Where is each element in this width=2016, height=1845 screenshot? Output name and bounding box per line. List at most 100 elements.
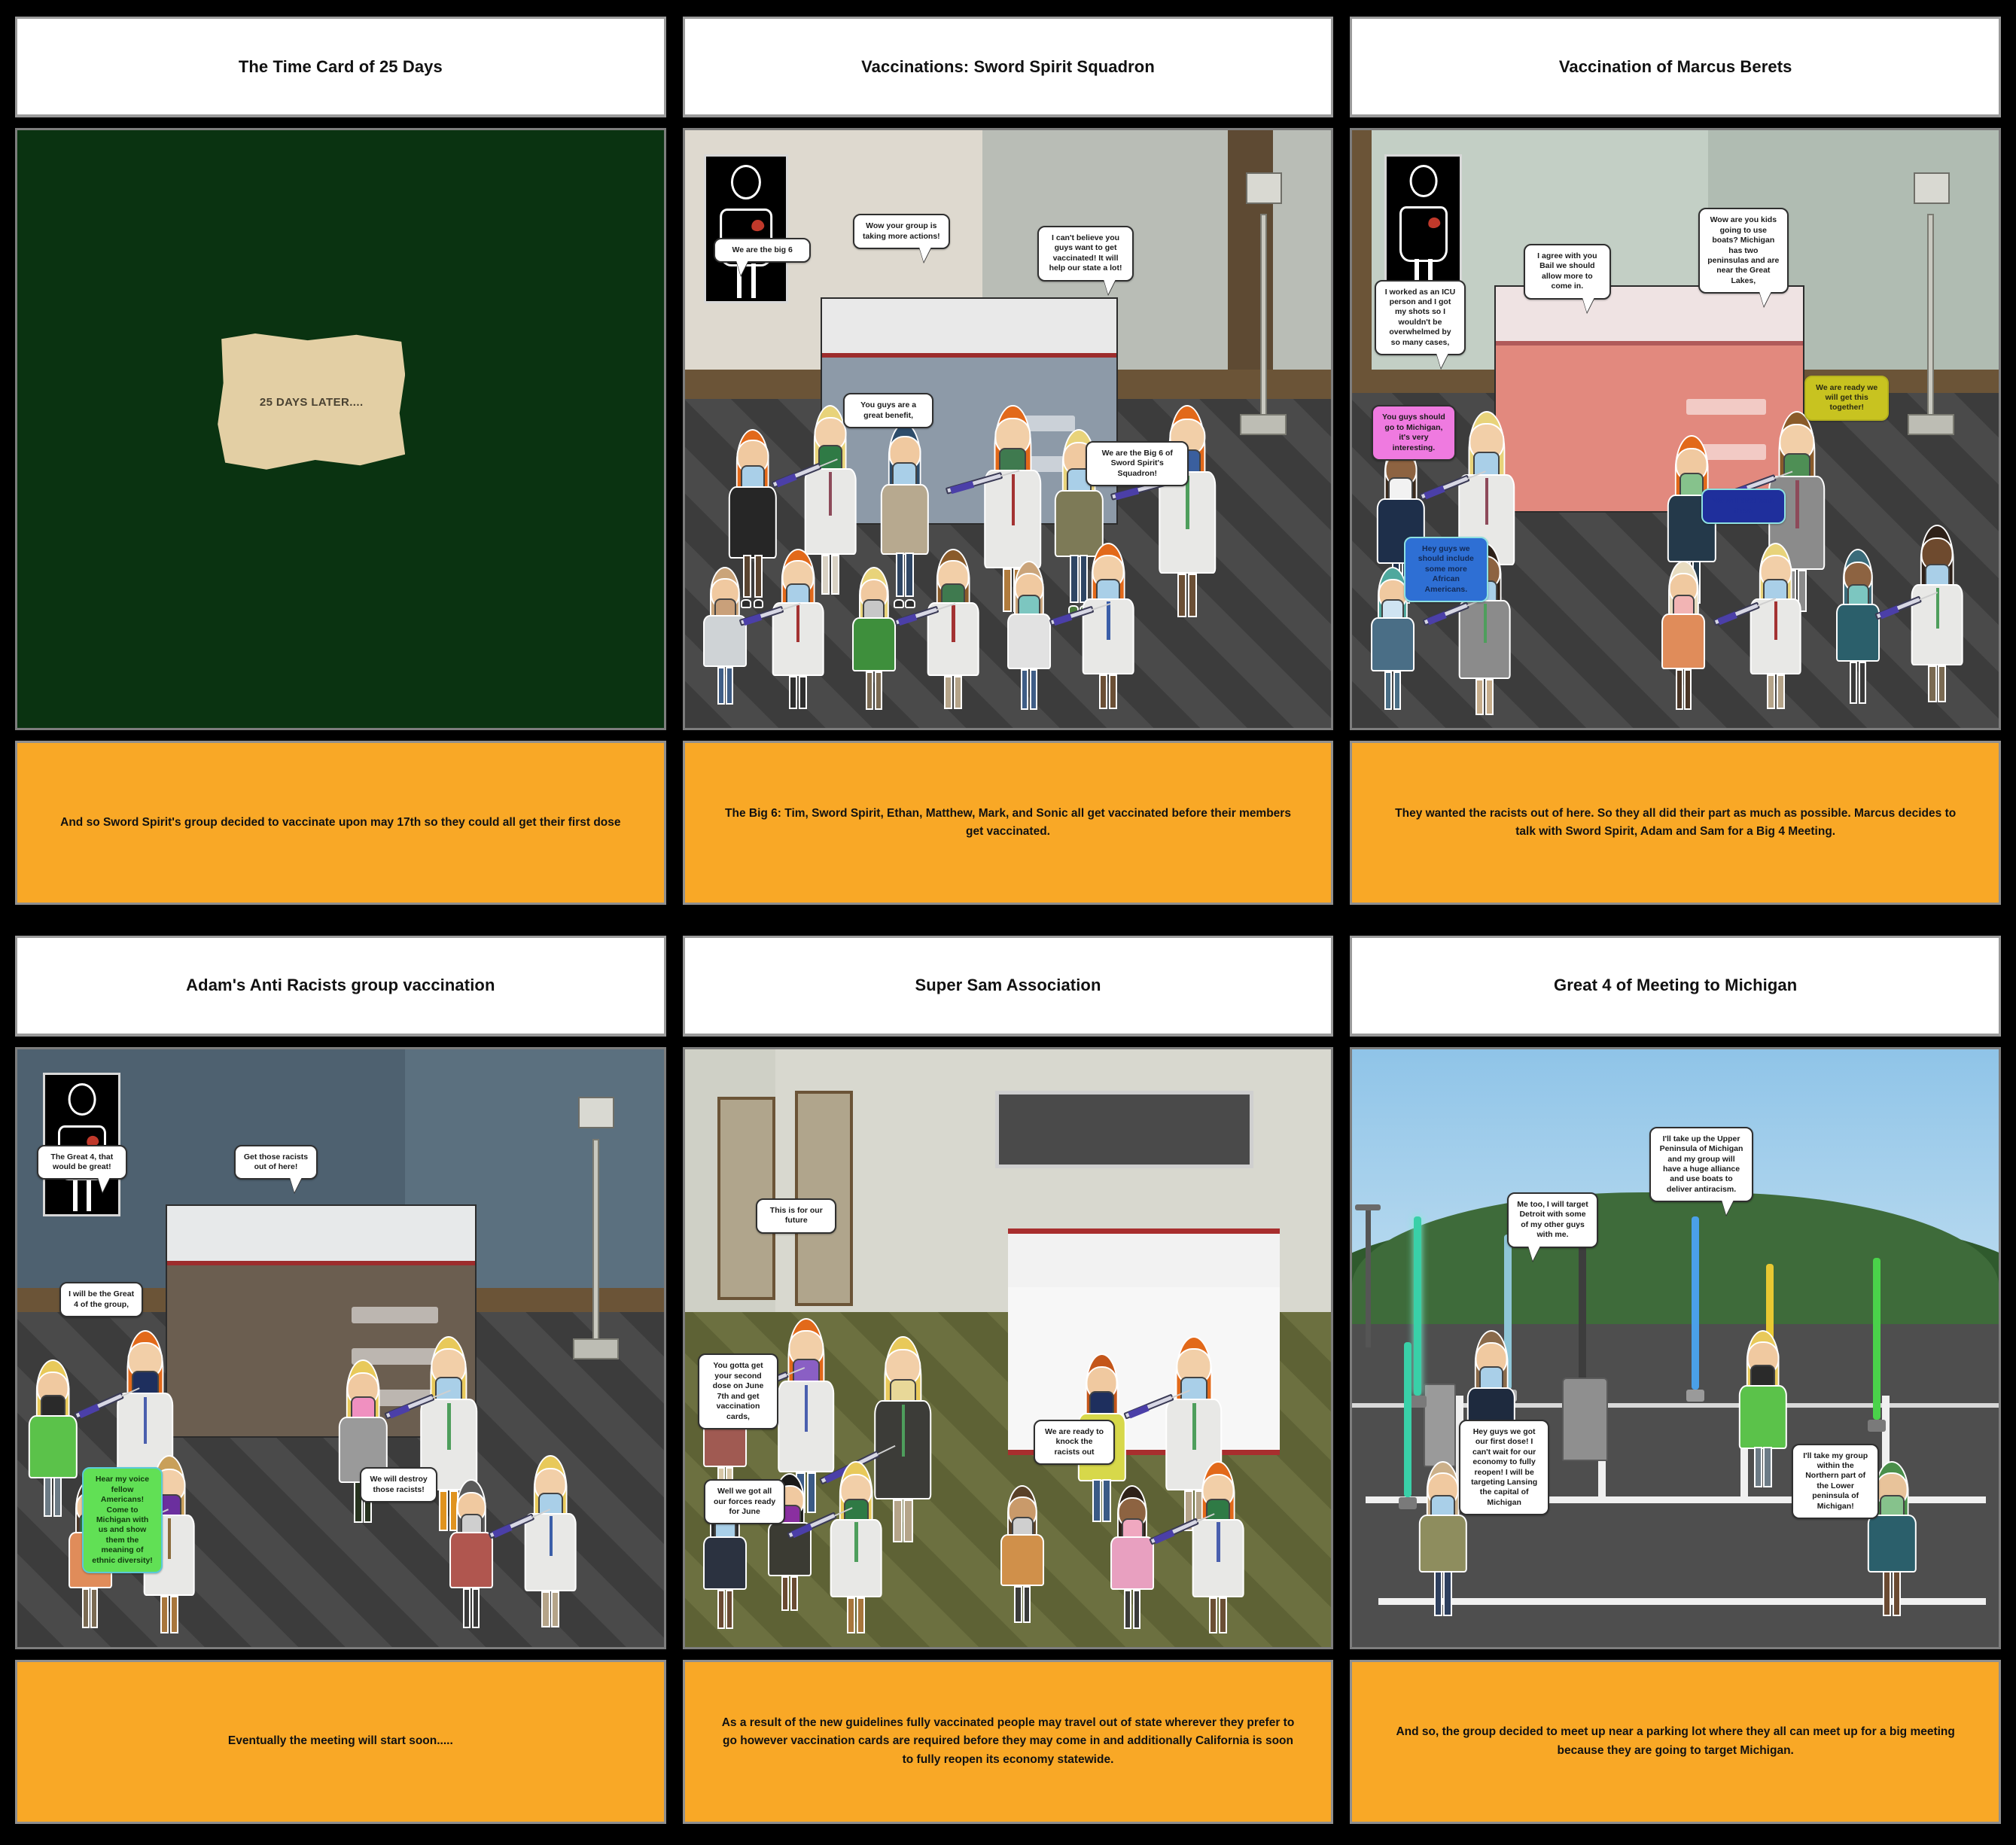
character-patient-2 — [880, 423, 929, 609]
speech-bubble: Hear my voice fellow Americans! Come to … — [81, 1467, 163, 1574]
panel-1-caption-box: And so Sword Spirit's group decided to v… — [15, 741, 666, 905]
character-adam — [1738, 1329, 1787, 1497]
panel-5-scene[interactable]: This is for our future You gotta get you… — [682, 1046, 1334, 1649]
medical-scale-icon — [1902, 172, 1960, 435]
speech-bubble: I agree with you Bail we should allow mo… — [1523, 243, 1611, 300]
panel-6-caption: And so, the group decided to meet up nea… — [1396, 1725, 1955, 1757]
panel-2: Vaccinations: Sword Spirit Squadron We a… — [682, 17, 1334, 910]
speech-bubble: You guys should go to Michigan, it's ver… — [1372, 405, 1456, 461]
speech-bubble: Well we got all our forces ready for Jun… — [704, 1479, 785, 1525]
storyboard-row-2: Adam's Anti Racists group vaccination Th… — [15, 935, 2002, 1829]
panel-4-title: Adam's Anti Racists group vaccination — [186, 976, 495, 994]
panel-1-scene[interactable]: 25 DAYS LATER.... — [15, 128, 666, 730]
exam-counter — [1494, 285, 1805, 513]
panel-5-title-box: Super Sam Association — [682, 935, 1334, 1037]
panel-2-caption: The Big 6: Tim, Sword Spirit, Ethan, Mat… — [725, 806, 1291, 838]
panel-1-title: The Time Card of 25 Days — [238, 56, 443, 76]
sword-icon — [1399, 1341, 1418, 1509]
speech-bubble: Hey guys we got our first dose! I can't … — [1459, 1419, 1550, 1516]
panel-6-caption-box: And so, the group decided to meet up nea… — [1350, 1659, 2002, 1824]
character-patient-6 — [1006, 560, 1051, 716]
character-sam — [1418, 1461, 1467, 1622]
panel-3: Vaccination of Marcus Berets I worked as… — [1350, 17, 2002, 910]
panel-5-caption: As a result of the new guidelines fully … — [721, 1716, 1295, 1766]
character-doctor-1 — [804, 405, 857, 602]
panel-3-caption: They wanted the racists out of here. So … — [1395, 806, 1957, 838]
panel-6-title-box: Great 4 of Meeting to Michigan — [1350, 935, 2002, 1037]
panel-3-caption-box: They wanted the racists out of here. So … — [1350, 741, 2002, 905]
speech-bubble: Hey guys we should include some more Afr… — [1404, 536, 1488, 603]
panel-5-caption-box: As a result of the new guidelines fully … — [682, 1659, 1334, 1824]
speech-bubble: I will be the Great 4 of the group, — [59, 1282, 144, 1318]
character-patient-4 — [1661, 560, 1706, 716]
speech-bubble: I can't believe you guys want to get vac… — [1037, 226, 1134, 282]
panel-4-caption-box: Eventually the meeting will start soon..… — [15, 1659, 666, 1824]
character-patient-2 — [339, 1359, 388, 1533]
character-doctor-3 — [1159, 405, 1217, 626]
character-sword-spirit — [1868, 1461, 1917, 1622]
pole-base — [1562, 1378, 1608, 1462]
speech-bubble: We will deal with them — [1701, 489, 1786, 525]
speech-bubble: This is for our future — [756, 1198, 837, 1234]
speech-bubble: Me too, I will target Detroit with some … — [1507, 1192, 1598, 1248]
character-patient-5 — [851, 566, 896, 717]
character-doctor-4 — [830, 1461, 882, 1640]
character-doctor-4 — [772, 548, 824, 716]
character-doctor-4 — [1750, 542, 1802, 716]
speech-bubble: I'll take up the Upper Peninsula of Mich… — [1649, 1126, 1753, 1203]
sword-icon — [1867, 1258, 1886, 1432]
panel-2-caption-box: The Big 6: Tim, Sword Spirit, Ethan, Mat… — [682, 741, 1334, 905]
panel-3-title: Vaccination of Marcus Berets — [1558, 56, 1792, 76]
character-doctor-4 — [525, 1455, 577, 1634]
panel-1: The Time Card of 25 Days 25 DAYS LATER..… — [15, 17, 666, 910]
character-patient-1 — [728, 429, 777, 609]
panel-1-caption: And so Sword Spirit's group decided to v… — [60, 815, 621, 829]
storyboard-row-1: The Time Card of 25 Days 25 DAYS LATER..… — [15, 17, 2002, 910]
character-patient-3 — [1371, 566, 1415, 717]
character-doctor-5 — [1192, 1461, 1244, 1640]
light-fixture — [1354, 1204, 1381, 1210]
panel-6-title: Great 4 of Meeting to Michigan — [1554, 976, 1798, 994]
speech-bubble: Get those racists out of here! — [233, 1144, 318, 1180]
xray-poster-icon — [1384, 154, 1463, 298]
character-patient-1 — [29, 1359, 78, 1527]
medical-scale-icon — [567, 1097, 625, 1360]
character-patient-4 — [703, 566, 748, 711]
character-doctor-5 — [927, 548, 979, 716]
medical-scale-icon — [1235, 172, 1293, 435]
panel-5-title: Super Sam Association — [915, 976, 1101, 994]
speech-bubble: The Great 4, that would be great! — [36, 1144, 127, 1180]
storyboard-grid: The Time Card of 25 Days 25 DAYS LATER..… — [0, 0, 2016, 1845]
speech-bubble: We are the big 6 — [714, 237, 812, 263]
panel-4-scene[interactable]: The Great 4, that would be great! Get th… — [15, 1046, 666, 1649]
speech-bubble: You guys are a great benefit, — [843, 393, 934, 429]
trash-bin — [1423, 1384, 1456, 1468]
sword-icon — [1408, 1216, 1427, 1408]
speech-bubble: Wow are you kids going to use boats? Mic… — [1698, 208, 1789, 294]
speech-bubble: I worked as an ICU person and I got my s… — [1375, 279, 1466, 356]
panel-1-title-box: The Time Card of 25 Days — [15, 17, 666, 117]
character-doctor-2 — [874, 1335, 932, 1551]
xray-poster-icon — [704, 154, 789, 304]
panel-3-scene[interactable]: I worked as an ICU person and I got my s… — [1350, 128, 2002, 730]
character-doctor-6 — [1082, 542, 1134, 716]
speech-bubble: We are ready to knock the racists out — [1034, 1419, 1115, 1466]
panel-2-scene[interactable]: We are the big 6 Wow your group is takin… — [682, 128, 1334, 730]
light-pole — [1365, 1210, 1371, 1348]
speech-bubble: We are ready we will get this together! — [1804, 375, 1890, 421]
panel-5: Super Sam Association This is for our fu… — [682, 935, 1334, 1829]
speech-bubble: We will destroy those racists! — [360, 1467, 438, 1503]
wall-board — [994, 1091, 1254, 1169]
character-doctor-5 — [1911, 525, 1963, 710]
speech-bubble: Wow your group is taking more actions! — [852, 214, 950, 250]
character-patient-6 — [1110, 1485, 1155, 1635]
panel-6-scene[interactable]: I'll take up the Upper Peninsula of Mich… — [1350, 1046, 2002, 1649]
character-patient-5 — [1000, 1485, 1045, 1629]
speech-bubble: You gotta get your second dose on June 7… — [697, 1353, 779, 1430]
character-patient-5 — [1836, 548, 1880, 710]
panel-6: Great 4 of Meeting to Michigan I'll take… — [1350, 935, 2002, 1829]
panel-2-title-box: Vaccinations: Sword Spirit Squadron — [682, 17, 1334, 117]
character-patient-4 — [449, 1479, 494, 1634]
panel-2-title: Vaccinations: Sword Spirit Squadron — [861, 56, 1155, 76]
sword-icon — [1686, 1216, 1705, 1402]
